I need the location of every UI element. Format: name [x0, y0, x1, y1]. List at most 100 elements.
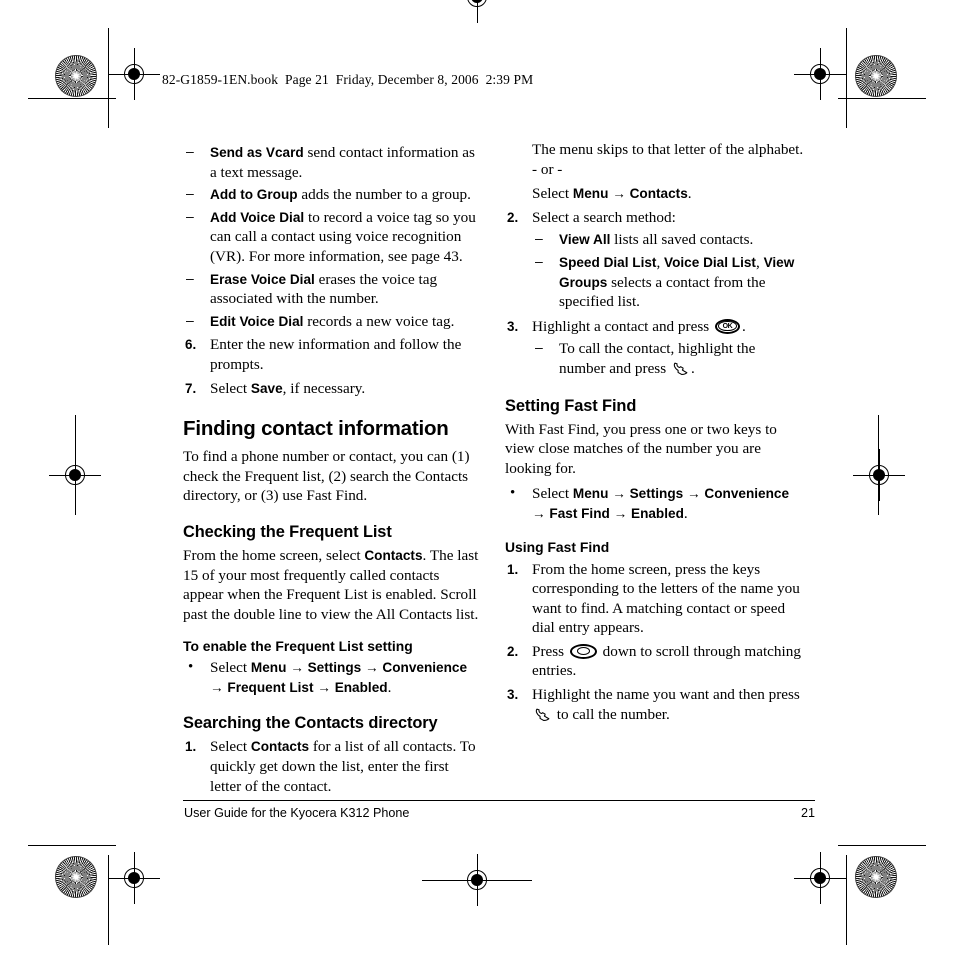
- list-item: – Edit Voice Dial records a new voice ta…: [183, 312, 483, 332]
- menu-path-item: Menu: [572, 486, 609, 502]
- list-item: – Speed Dial List, Voice Dial List, View…: [535, 252, 795, 311]
- section-heading-enable-frequent-list: To enable the Frequent List setting: [183, 638, 413, 655]
- footer-title: User Guide for the Kyocera K312 Phone: [184, 806, 410, 820]
- option-label: Add Voice Dial: [210, 209, 305, 225]
- dash-marker: –: [186, 143, 194, 159]
- option-label: Speed Dial List: [559, 254, 657, 270]
- step-text: From the home screen, press the keys cor…: [532, 560, 800, 637]
- menu-label: Contacts: [364, 547, 423, 563]
- step-text-post: .: [741, 317, 746, 335]
- section-heading-setting-fast-find: Setting Fast Find: [505, 396, 637, 415]
- option-text: lists all saved contacts.: [610, 231, 754, 249]
- bullet-marker: •: [510, 485, 516, 502]
- step-text-pre: Highlight the name you want and then pre…: [532, 686, 800, 704]
- step-number: 2.: [507, 209, 519, 225]
- sub-text-post: .: [690, 359, 695, 377]
- section-heading-using-fast-find: Using Fast Find: [505, 538, 610, 555]
- menu-path-item: Enabled: [631, 505, 684, 521]
- ok-key-icon: OK: [714, 318, 740, 334]
- step-text-post: to call the number.: [553, 705, 670, 723]
- searching-steps-list: 1. Select Contacts for a list of all con…: [183, 737, 483, 796]
- select-text-pre: Select: [532, 185, 573, 203]
- dash-marker: –: [186, 311, 194, 328]
- dash-marker: –: [535, 230, 543, 247]
- list-item: 3. Highlight the name you want and then …: [505, 685, 805, 724]
- menu-path-item: Menu: [572, 186, 609, 202]
- bullet-text-post: .: [387, 678, 392, 696]
- menu-path-item: Fast Find: [549, 505, 610, 521]
- list-item: 3. Highlight a contact and press OK. – T…: [505, 317, 805, 379]
- step-number: 3.: [507, 318, 519, 334]
- list-item: – To call the contact, highlight the num…: [532, 339, 805, 378]
- bullet-marker: •: [188, 659, 194, 676]
- list-item: 7. Select Save, if necessary.: [183, 379, 483, 399]
- document-page: 82-G1859-1EN.book Page 21 Friday, Decemb…: [0, 0, 954, 954]
- option-label: Send as Vcard: [210, 145, 304, 160]
- option-label: Voice Dial List: [664, 254, 756, 270]
- list-item: – Add Voice Dial to record a voice tag s…: [183, 208, 483, 267]
- section-heading-searching-contacts-directory: Searching the Contacts directory: [183, 714, 438, 733]
- list-item: – Send as Vcard send contact information…: [183, 143, 483, 182]
- step-text-post: , if necessary.: [282, 379, 366, 397]
- fast-find-paragraph: With Fast Find, you press one or two key…: [505, 420, 777, 477]
- dash-marker: –: [535, 252, 543, 269]
- arrow-icon: →: [613, 505, 628, 521]
- menu-path-item: Enabled: [334, 679, 388, 695]
- dash-marker: –: [186, 207, 194, 224]
- navigation-key-icon: [569, 643, 597, 659]
- procedure-steps-continued: 6. Enter the new information and follow …: [183, 335, 483, 398]
- step-number: 6.: [185, 337, 197, 353]
- footer-rule: [183, 800, 815, 801]
- contact-options-list: – Send as Vcard send contact information…: [183, 143, 483, 331]
- step-number: 1.: [507, 561, 519, 577]
- menu-label: Save: [250, 380, 283, 396]
- option-label: Add to Group: [210, 187, 298, 203]
- menu-label: Contacts: [250, 739, 310, 755]
- list-item: 2. Select a search method: – View All li…: [505, 208, 805, 312]
- step-text-pre: Press: [532, 642, 568, 660]
- right-column: The menu skips to that letter of the alp…: [505, 140, 805, 724]
- option-label: View All: [559, 232, 611, 248]
- search-method-sublist: – View All lists all saved contacts. – S…: [532, 230, 805, 311]
- frequent-text-pre: From the home screen, select: [183, 546, 365, 564]
- menu-path-item: Contacts: [629, 186, 688, 202]
- arrow-icon: →: [612, 186, 626, 202]
- dash-marker: –: [186, 185, 194, 202]
- option-label: Edit Voice Dial: [210, 313, 304, 329]
- dash-marker: –: [186, 269, 194, 286]
- bullet-text-post: .: [683, 504, 688, 522]
- list-item: 1. From the home screen, press the keys …: [505, 560, 805, 638]
- step-number: 7.: [185, 380, 197, 396]
- left-column: – Send as Vcard send contact information…: [183, 140, 483, 796]
- step-text-pre: Select: [210, 738, 251, 756]
- arrow-icon: →: [290, 660, 304, 676]
- book-header-line: 82-G1859-1EN.book Page 21 Friday, Decemb…: [162, 72, 534, 87]
- step-text-pre: Highlight a contact and press: [532, 317, 713, 335]
- sub-text-pre: To call the contact, highlight the numbe…: [559, 340, 756, 377]
- finding-intro-paragraph: To find a phone number or contact, you c…: [183, 448, 470, 505]
- menu-path-item: Settings: [629, 486, 684, 502]
- frequent-list-paragraph: From the home screen, select Contacts. T…: [183, 546, 483, 624]
- step-number: 3.: [507, 687, 519, 703]
- dash-marker: –: [535, 339, 543, 356]
- list-item: – Erase Voice Dial erases the voice tag …: [183, 270, 483, 309]
- step-number: 1.: [185, 739, 197, 755]
- footer-page-number: 21: [800, 806, 815, 820]
- step-text: Enter the new information and follow the…: [210, 336, 462, 373]
- menu-path-item: Frequent List: [227, 679, 314, 695]
- arrow-icon: →: [612, 486, 626, 502]
- list-item: • Select Menu → Settings → Convenience →…: [505, 484, 805, 523]
- using-fast-find-steps: 1. From the home screen, press the keys …: [505, 560, 805, 725]
- menu-path-item: Convenience: [382, 660, 468, 676]
- continuation-select-menu-contacts: Select Menu → Contacts.: [532, 184, 805, 204]
- list-item: 1. Select Contacts for a list of all con…: [183, 737, 483, 796]
- menu-path-item: Menu: [250, 660, 287, 676]
- list-item: 6. Enter the new information and follow …: [183, 335, 483, 374]
- send-key-icon: [534, 706, 551, 723]
- menu-path-item: Convenience: [704, 486, 790, 502]
- bullet-text-pre: Select: [532, 485, 573, 503]
- arrow-icon: →: [532, 505, 546, 521]
- list-item: 2. Press down to scroll through matching…: [505, 642, 805, 681]
- section-heading-checking-frequent-list: Checking the Frequent List: [183, 522, 392, 541]
- send-key-icon: [672, 360, 689, 377]
